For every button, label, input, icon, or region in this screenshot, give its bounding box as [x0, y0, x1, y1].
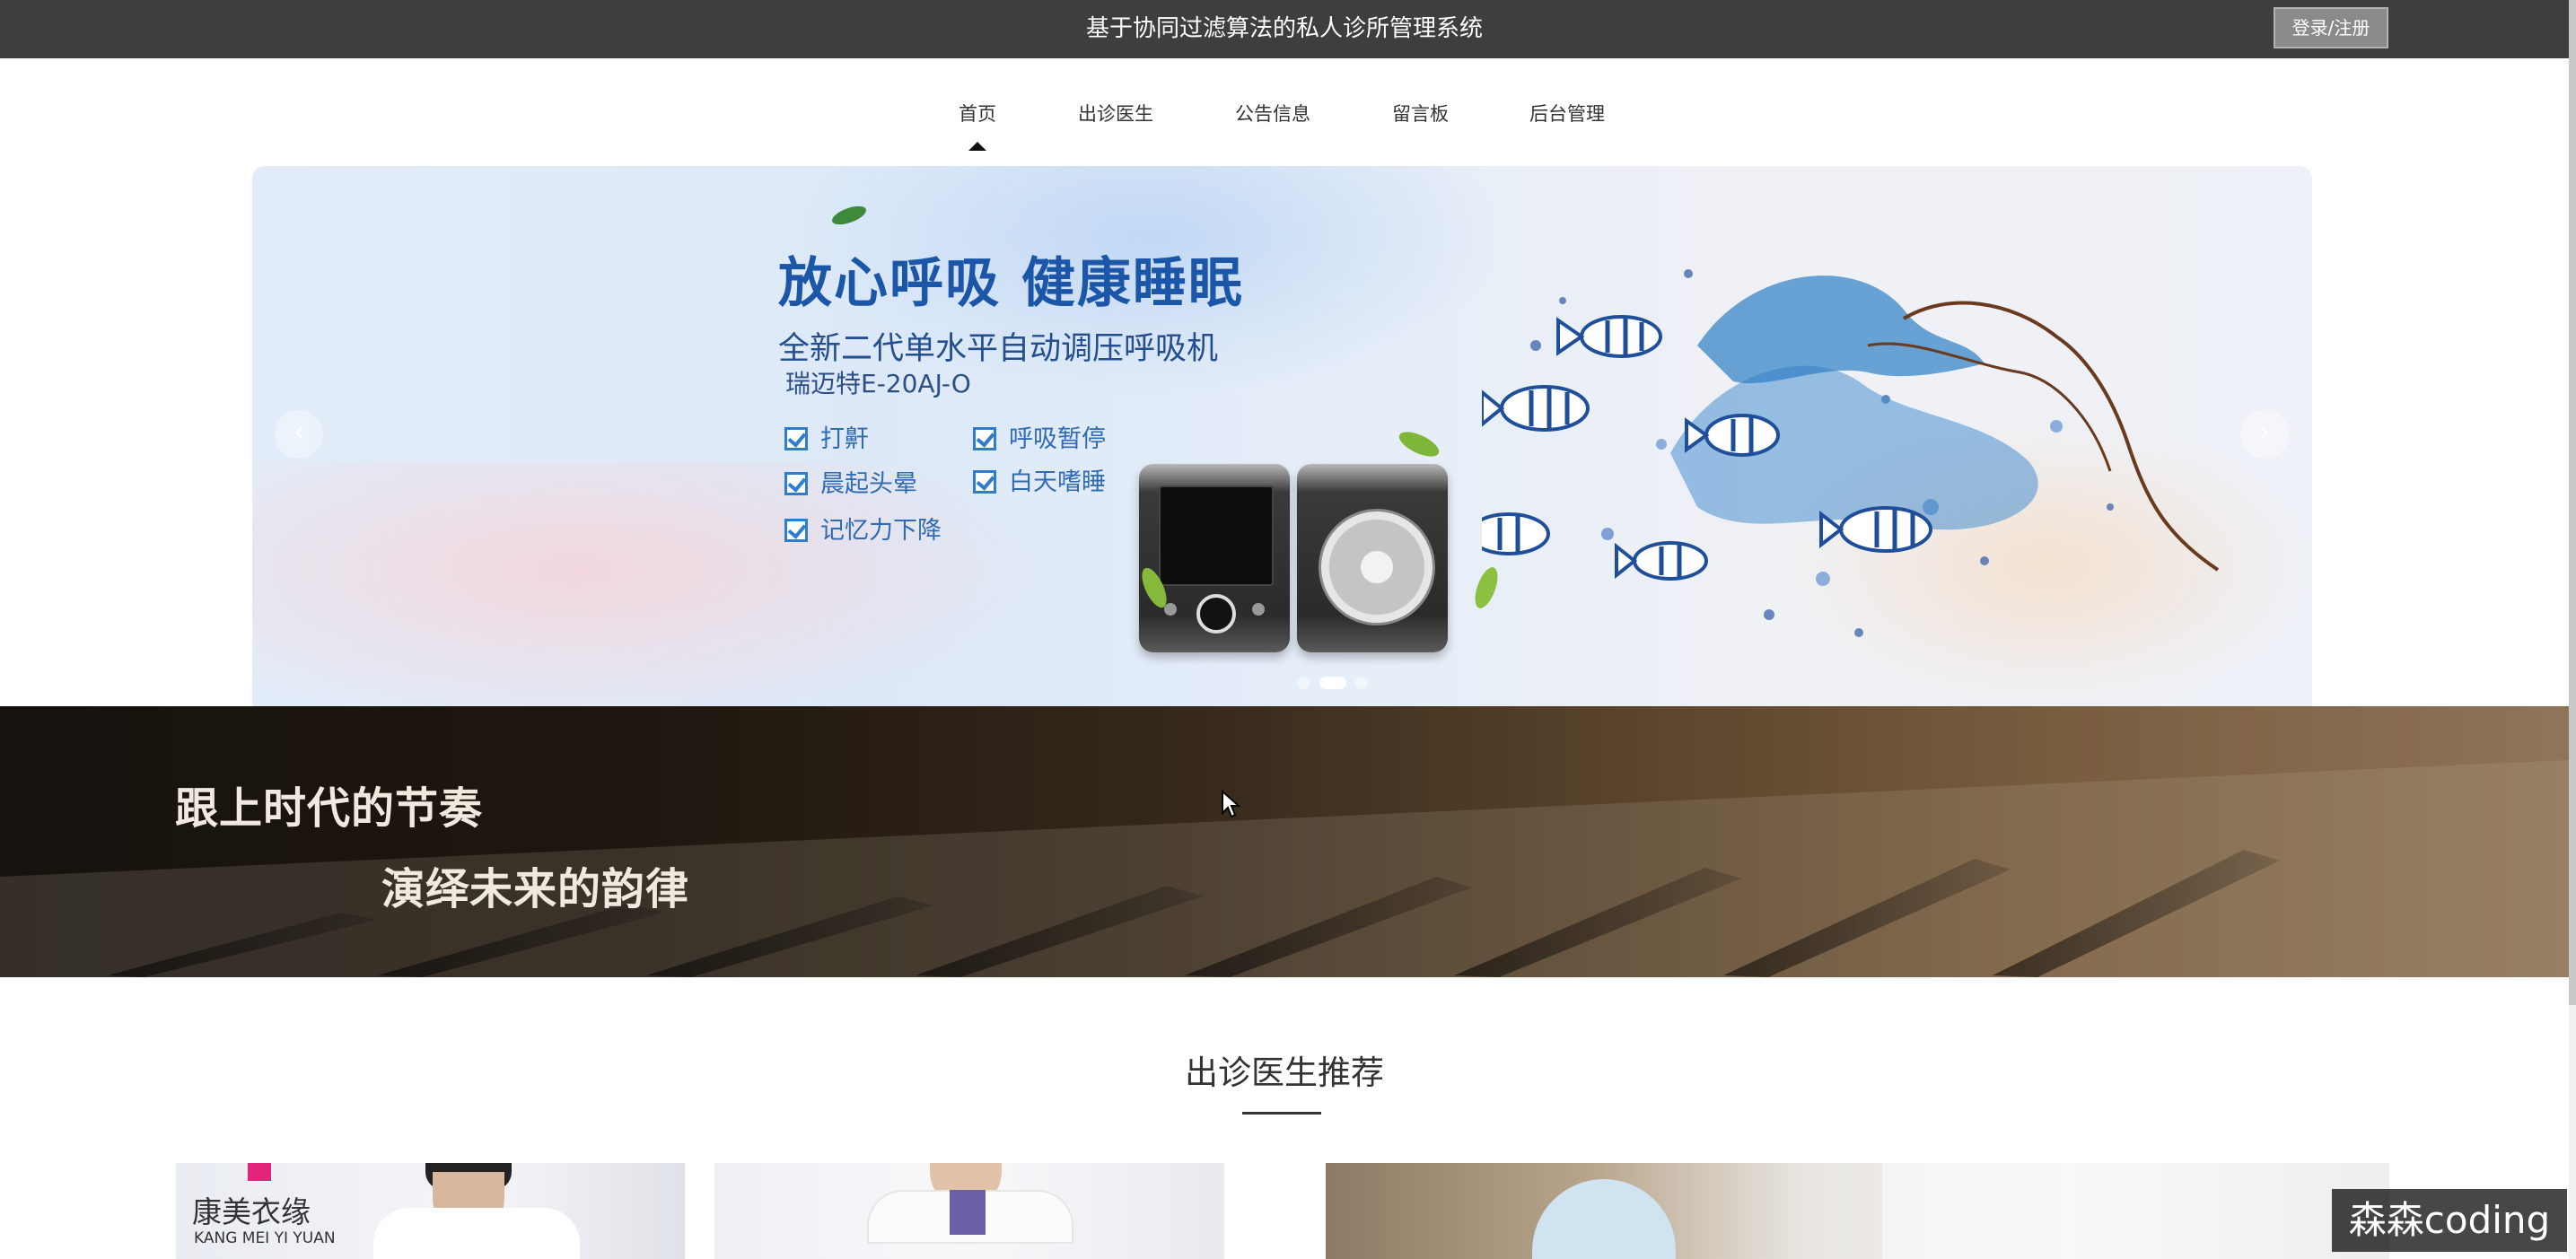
main-nav: 首页 出诊医生 公告信息 留言板 后台管理	[0, 58, 2569, 166]
chevron-left-icon: ‹	[294, 416, 304, 448]
brand-name: 康美衣缘	[192, 1194, 311, 1229]
piano-keys-image	[0, 706, 2569, 977]
ad-model-number: 瑞迈特E-20AJ-O	[785, 369, 971, 398]
nav-item-message-board[interactable]: 留言板	[1392, 100, 1449, 127]
carousel-prev-button[interactable]: ‹	[275, 410, 323, 459]
nav-item-home[interactable]: 首页	[959, 100, 996, 127]
piano-banner: 跟上时代的节奏 演绎未来的韵律	[0, 706, 2569, 977]
checkbox-icon	[973, 427, 996, 450]
carousel-dot[interactable]	[1298, 677, 1310, 689]
page-scrollbar[interactable]	[2569, 0, 2576, 1259]
device-dial	[1319, 509, 1435, 625]
nav-item-announcements[interactable]: 公告信息	[1235, 100, 1310, 127]
doctor-photo-cap	[1532, 1179, 1676, 1259]
carousel-dot-active[interactable]	[1319, 677, 1346, 689]
brand-name-en: KANG MEI YI YUAN	[194, 1229, 336, 1247]
brand-tag	[248, 1163, 271, 1181]
checkbox-icon	[784, 427, 808, 450]
symptom-label: 晨起头晕	[820, 470, 917, 498]
doctor-photo-background	[1882, 1163, 2389, 1259]
leaf-decoration	[832, 205, 866, 225]
symptom-item: 呼吸暂停	[973, 419, 1106, 454]
symptom-item: 打鼾	[784, 419, 869, 454]
leaf-decoration	[1142, 567, 1167, 608]
cpap-device-image	[1139, 464, 1290, 652]
symptom-item: 白天嗜睡	[973, 462, 1106, 497]
background-cloud	[252, 462, 1060, 706]
login-register-button[interactable]: 登录/注册	[2274, 7, 2388, 48]
checkbox-icon	[784, 519, 808, 542]
watermark: 森森coding	[2332, 1189, 2567, 1252]
nav-item-doctors[interactable]: 出诊医生	[1078, 100, 1153, 127]
symptom-label: 打鼾	[820, 425, 869, 453]
ad-headline: 放心呼吸 健康睡眠	[778, 252, 1244, 315]
doctor-photo-scrubs	[950, 1190, 986, 1235]
top-bar: 基于协同过滤算法的私人诊所管理系统 登录/注册	[0, 0, 2569, 58]
active-nav-indicator	[968, 142, 986, 151]
sleeping-woman-illustration	[1482, 269, 2220, 637]
symptom-label: 白天嗜睡	[1009, 468, 1106, 496]
symptom-label: 记忆力下降	[820, 517, 942, 545]
section-title-underline	[1242, 1112, 1321, 1115]
carousel-next-button[interactable]: ›	[2240, 410, 2289, 459]
chevron-right-icon: ›	[2259, 416, 2270, 448]
mouse-cursor-icon	[1222, 790, 1240, 818]
hair-swirl	[1697, 275, 1985, 384]
doctor-photo-coat	[373, 1208, 580, 1259]
scrollbar-thumb[interactable]	[2569, 0, 2576, 1005]
symptom-item: 记忆力下降	[784, 511, 942, 546]
carousel-pagination	[1293, 676, 1372, 693]
symptom-item: 晨起头晕	[784, 464, 917, 499]
banner-slogan-line2: 演绎未来的韵律	[381, 864, 690, 914]
doctor-card[interactable]	[1326, 1163, 2389, 1259]
section-title-doctors: 出诊医生推荐	[1185, 1054, 1384, 1092]
leaf-decoration	[1475, 567, 1498, 608]
symptom-label: 呼吸暂停	[1009, 425, 1106, 453]
device-button	[1252, 603, 1265, 616]
nav-item-admin[interactable]: 后台管理	[1529, 100, 1605, 127]
doctor-card[interactable]	[714, 1163, 1224, 1259]
ad-subtitle: 全新二代单水平自动调压呼吸机	[778, 331, 1219, 367]
doctor-card[interactable]: 康美衣缘 KANG MEI YI YUAN	[176, 1163, 685, 1259]
device-knob	[1196, 594, 1236, 634]
checkbox-icon	[973, 470, 996, 494]
cpap-device-image	[1297, 464, 1448, 652]
checkbox-icon	[784, 472, 808, 495]
banner-slogan-line1: 跟上时代的节奏	[175, 783, 484, 834]
leaf-decoration	[1398, 432, 1440, 457]
carousel-dot[interactable]	[1355, 677, 1368, 689]
hero-carousel[interactable]: 放心呼吸 健康睡眠 全新二代单水平自动调压呼吸机 瑞迈特E-20AJ-O 打鼾 …	[252, 166, 2312, 706]
site-title: 基于协同过滤算法的私人诊所管理系统	[1085, 15, 1483, 42]
